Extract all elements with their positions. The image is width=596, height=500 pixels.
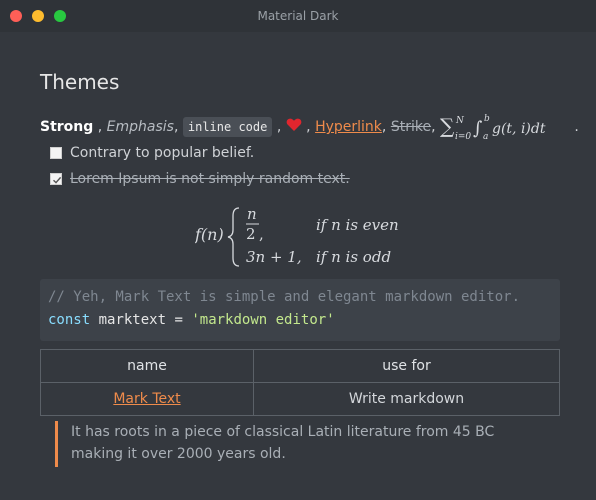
editor-window: Material Dark Themes Strong , Emphasis, … (0, 0, 596, 500)
separator: , (173, 119, 179, 135)
blockquote-line: It has roots in a piece of classical Lat… (71, 424, 495, 440)
page-heading[interactable]: Themes (40, 70, 119, 94)
math-block-piecewise[interactable]: f(n) n 2 , if n is even 3n + 1, if n is … (194, 202, 455, 272)
svg-text:2: 2 (246, 225, 256, 243)
table-header-cell[interactable]: use for (253, 349, 560, 383)
code-string: 'markdown editor' (191, 312, 335, 328)
svg-text:b: b (484, 114, 490, 124)
inline-code: inline code (182, 117, 273, 137)
hyperlink[interactable]: Hyperlink (315, 119, 382, 135)
svg-text:∫: ∫ (473, 118, 483, 139)
separator: , (276, 119, 282, 135)
code-block[interactable]: // Yeh, Mark Text is simple and elegant … (40, 279, 560, 341)
svg-text:a: a (483, 132, 488, 141)
svg-text:n: n (247, 205, 257, 223)
strikethrough-text: Strike (390, 119, 432, 135)
table-cell-link[interactable]: Mark Text (113, 391, 180, 407)
inline-math-formula: ∑ N i=0 ∫ b a g(t, i)dt (440, 114, 574, 142)
table-cell[interactable]: Mark Text (40, 382, 254, 416)
svg-text:∑: ∑ (440, 114, 455, 138)
emphasis-text: Emphasis (106, 119, 174, 135)
table-row: Mark Text Write markdown (40, 382, 560, 416)
task-label: Lorem Ipsum is not simply random text. (70, 171, 350, 187)
table-header-cell[interactable]: name (40, 349, 254, 383)
svg-text:N: N (455, 116, 465, 126)
checkmark-icon (53, 176, 62, 184)
math-lhs: f(n) (195, 225, 224, 244)
separator: , (306, 119, 311, 135)
svg-text:i=0: i=0 (455, 132, 471, 141)
code-operator: = (174, 312, 183, 328)
svg-text:,: , (259, 225, 264, 243)
task-checkbox-checked[interactable] (50, 173, 62, 185)
code-comment-line: // Yeh, Mark Text is simple and elegant … (48, 289, 521, 305)
period: . (574, 119, 579, 135)
table-header-row: name use for (40, 349, 560, 383)
table-cell[interactable]: Write markdown (253, 382, 560, 416)
separator: , (381, 119, 387, 135)
case-2-expression: 3n + 1, (246, 248, 302, 266)
strong-text: Strong (40, 119, 94, 135)
blockquote[interactable]: It has roots in a piece of classical Lat… (55, 421, 560, 467)
title-bar[interactable]: Material Dark (0, 0, 596, 32)
case-2-condition: if n is odd (316, 248, 391, 266)
code-variable: marktext (98, 312, 167, 328)
task-label: Contrary to popular belief. (70, 145, 255, 161)
separator: , (97, 119, 103, 135)
window-title: Material Dark (257, 9, 339, 23)
code-keyword: const (48, 312, 91, 328)
brace-icon (227, 207, 240, 267)
inline-formatting-paragraph[interactable]: Strong , Emphasis, inline code , , Hyper… (40, 113, 579, 142)
task-checkbox[interactable] (50, 147, 62, 159)
separator: , (431, 119, 436, 135)
markdown-table[interactable]: name use for Mark Text Write markdown (40, 349, 560, 416)
code-statement-line: const marktext = 'markdown editor' (48, 312, 335, 328)
blockquote-line: making it over 2000 years old. (71, 446, 286, 462)
heart-emoji-icon (286, 118, 302, 136)
svg-text:g(t, i)dt: g(t, i)dt (492, 121, 546, 137)
case-1-condition: if n is even (316, 216, 399, 234)
